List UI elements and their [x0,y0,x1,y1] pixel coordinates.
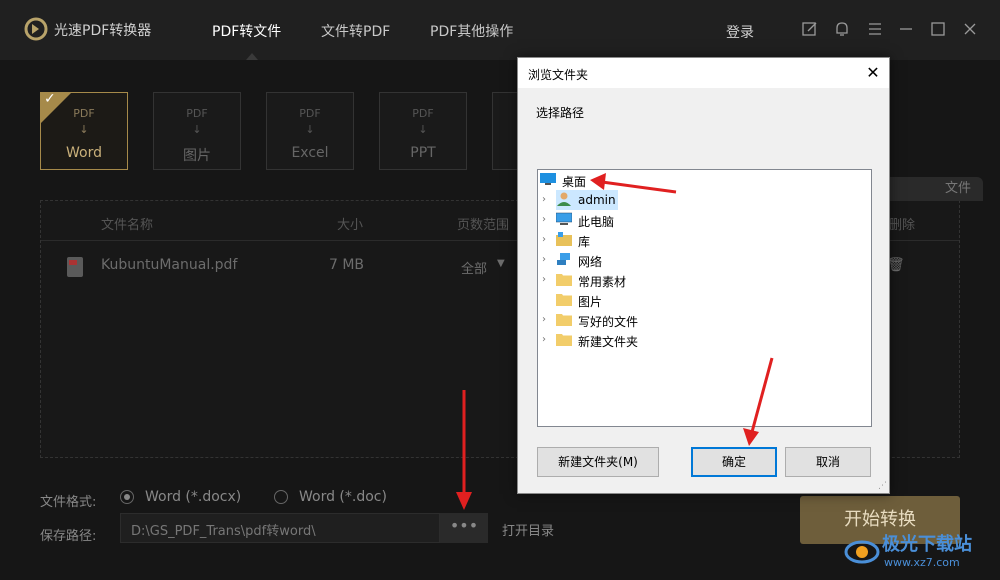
page-range-select[interactable]: 全部 [461,258,487,277]
arrow-down-icon: ↓ [79,123,89,136]
tree-item-label: 此电脑 [578,215,615,229]
file-size: 7 MB [329,257,365,273]
expand-arrow-icon[interactable]: › [542,194,546,205]
format-label: 文件格式: [40,495,97,510]
tree-item-label: 图片 [578,295,603,309]
col-size: 大小 [337,218,364,233]
arrow-down-icon: ↓ [192,123,202,136]
folder-icon [556,334,572,346]
mode-src-label: PDF [412,107,434,120]
folder-icon [556,294,572,306]
radio-doc[interactable] [274,490,288,504]
tree-item-label: 桌面 [562,175,587,189]
mode-src-label: PDF [186,107,208,120]
desktop-icon [540,173,556,185]
computer-icon [556,212,572,225]
tree-item-admin[interactable]: › admin [542,190,618,210]
mode-pdf-to-excel[interactable]: PDF ↓ Excel [266,92,354,170]
maximize-icon[interactable] [929,20,947,38]
tree-item-label: 写好的文件 [578,315,639,329]
col-delete: 删除 [889,218,916,233]
watermark-logo-icon [844,540,880,564]
user-icon [557,192,571,206]
arrow-down-icon: ↓ [418,123,428,136]
dialog-close-button[interactable]: ✕ [861,61,885,85]
mode-dst-label: PPT [410,145,436,161]
folder-icon [556,274,572,286]
watermark-title: 极光下载站 [882,534,972,555]
pdf-file-icon [67,257,83,277]
title-bar: 光速PDF转换器 PDF转文件 文件转PDF PDF其他操作 登录 [0,0,1000,60]
app-name: 光速PDF转换器 [54,23,152,39]
tab-pdf-other[interactable]: PDF其他操作 [430,21,513,41]
save-path-field[interactable]: D:\GS_PDF_Trans\pdf转word\ [120,513,440,543]
mode-dst-label: Word [66,145,102,161]
network-icon [557,253,570,265]
mode-pdf-to-image[interactable]: PDF ↓ 图片 [153,92,241,170]
mode-pdf-to-ppt[interactable]: PDF ↓ PPT [379,92,467,170]
mode-src-label: PDF [73,107,95,120]
mode-dst-label: 图片 [183,148,211,164]
tree-item-label: 网络 [578,255,603,269]
login-link[interactable]: 登录 [726,22,754,42]
edit-icon[interactable] [801,20,819,38]
expand-arrow-icon[interactable]: › [542,274,546,285]
tree-item-label: 新建文件夹 [578,335,639,349]
radio-doc-label[interactable]: Word (*.doc) [299,489,387,505]
mode-src-label: PDF [299,107,321,120]
radio-docx-label[interactable]: Word (*.docx) [145,489,241,505]
cancel-button[interactable]: 取消 [785,447,871,477]
new-folder-button[interactable]: 新建文件夹(M) [537,447,659,477]
library-icon [556,232,572,246]
radio-docx[interactable] [120,490,134,504]
folder-tree[interactable]: 桌面 › admin › 此电脑 › 库 › 网络 › 常用素材 图片 › 写好… [537,169,872,427]
tree-item-label: 库 [578,235,591,249]
col-page-range: 页数范围 [457,218,510,233]
file-name: KubuntuManual.pdf [101,257,238,273]
folder-icon [556,314,572,326]
dialog-title-bar: 浏览文件夹 ✕ [518,58,889,88]
save-path-label: 保存路径: [40,529,97,544]
dialog-title: 浏览文件夹 [528,68,589,82]
ok-button[interactable]: 确定 [691,447,777,477]
expand-arrow-icon[interactable]: › [542,214,546,225]
expand-arrow-icon[interactable]: › [542,254,546,265]
watermark-url: www.xz7.com [884,556,960,569]
expand-arrow-icon[interactable]: › [542,334,546,345]
app-logo-icon [24,17,48,41]
mode-pdf-to-word[interactable]: ✓ PDF ↓ Word [40,91,128,170]
check-icon: ✓ [44,91,56,107]
expand-arrow-icon[interactable]: › [542,234,546,245]
dialog-prompt: 选择路径 [536,106,585,120]
open-directory-link[interactable]: 打开目录 [502,520,554,539]
tree-item-label: admin [578,193,616,207]
mode-dst-label: Excel [291,145,329,161]
chevron-down-icon: ▼ [497,258,505,269]
expand-arrow-icon[interactable]: › [542,314,546,325]
tab-pdf-to-file[interactable]: PDF转文件 [212,21,281,41]
minimize-icon[interactable] [897,20,915,38]
watermark: 极光下载站 www.xz7.com [842,528,992,574]
close-icon[interactable] [961,20,979,38]
col-filename: 文件名称 [101,218,154,233]
menu-icon[interactable] [866,20,884,38]
resize-grip-icon[interactable]: ⋰ [878,481,887,491]
active-tab-indicator [246,53,258,60]
arrow-down-icon: ↓ [305,123,315,136]
browse-folder-dialog: 浏览文件夹 ✕ 选择路径 桌面 › admin › 此电脑 › 库 › 网络 ›… [517,57,890,494]
tree-item-label: 常用素材 [578,275,627,289]
tab-file-to-pdf[interactable]: 文件转PDF [321,21,390,41]
browse-button[interactable]: ••• [440,513,488,543]
notification-icon[interactable] [833,20,851,38]
